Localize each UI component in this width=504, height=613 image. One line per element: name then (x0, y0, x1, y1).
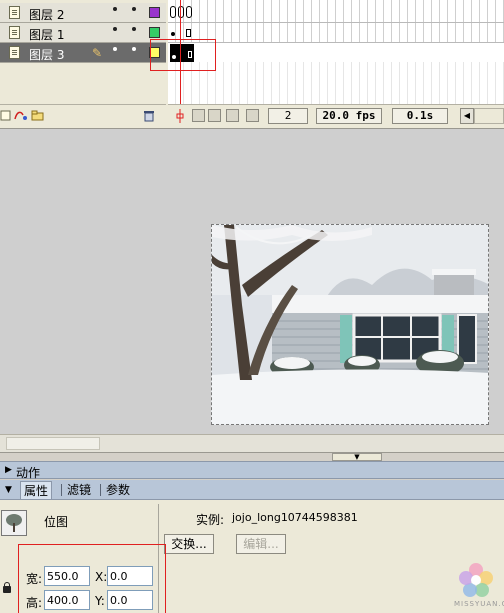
modify-onion-markers-icon[interactable] (246, 109, 259, 122)
frame-row[interactable] (168, 43, 504, 63)
tab-properties[interactable]: 属性 (20, 481, 53, 499)
layer-row-2[interactable]: 图层 2 (0, 3, 166, 23)
watermark-text: MISSYUAN.COM (454, 600, 504, 608)
layer-row-3[interactable]: 图层 3 ✎ (0, 43, 166, 63)
edit-multiple-frames-icon[interactable] (226, 109, 239, 122)
outline-color-swatch[interactable] (149, 7, 160, 18)
frame-row[interactable] (168, 3, 504, 23)
collapse-triangle-icon[interactable]: ▼ (5, 485, 12, 495)
keyframe[interactable] (171, 32, 175, 36)
layer-row-1[interactable]: 图层 1 (0, 23, 166, 43)
actions-panel-header[interactable]: ▶ 动作 (0, 461, 504, 481)
frames-empty-area[interactable] (168, 62, 504, 104)
frame-rate[interactable]: 20.0 fps (316, 108, 382, 124)
keyframe[interactable] (170, 6, 176, 18)
tab-divider (61, 484, 62, 496)
layer-page-icon (9, 6, 20, 19)
collapse-arrow-icon[interactable]: ▼ (332, 453, 382, 461)
timeline-scrollbar[interactable] (474, 108, 504, 124)
site-watermark: MISSYUAN.COM (452, 560, 504, 612)
frame-row[interactable] (168, 23, 504, 43)
scrollbar-thumb[interactable] (6, 437, 100, 450)
layer-name: 图层 2 (29, 8, 65, 22)
snow-house-image (212, 225, 488, 424)
bitmap-instance[interactable] (211, 224, 489, 425)
keyframe[interactable] (186, 6, 192, 18)
instance-label: 实例: (196, 513, 225, 527)
lock-dot[interactable] (132, 47, 136, 51)
frames-grid[interactable] (168, 0, 504, 63)
elapsed-time: 0.1s (392, 108, 448, 124)
stage-horizontal-scrollbar[interactable] (0, 434, 504, 452)
pencil-icon: ✎ (92, 46, 103, 60)
insert-layer-icon[interactable] (0, 110, 12, 121)
outline-color-swatch[interactable] (149, 27, 160, 38)
symbol-type-label: 位图 (44, 515, 69, 529)
visibility-dot[interactable] (113, 7, 117, 11)
highlight-box (18, 544, 166, 613)
highlight-box (150, 39, 216, 71)
flower-logo-icon (459, 563, 493, 597)
timeline-status-bar: 2 20.0 fps 0.1s ◀ (168, 104, 504, 126)
properties-panel: 位图 实例: jojo_long10744598381 交换... 编辑... … (0, 500, 504, 613)
onion-skin-icon[interactable] (192, 109, 205, 122)
center-frame-icon[interactable] (176, 109, 184, 123)
current-frame: 2 (268, 108, 308, 124)
lock-icon[interactable] (3, 582, 11, 593)
tab-filters[interactable]: 滤镜 (64, 481, 94, 499)
expand-triangle-icon[interactable]: ▶ (5, 465, 12, 475)
actions-label[interactable]: 动作 (16, 464, 40, 481)
swap-button[interactable]: 交换... (164, 534, 214, 554)
tab-divider (100, 484, 101, 496)
properties-tabs-bar: ▼ 属性 滤镜 参数 (0, 480, 504, 500)
visibility-dot[interactable] (113, 47, 117, 51)
layer-name: 图层 3 (29, 48, 65, 62)
trash-icon[interactable] (143, 110, 155, 122)
stage[interactable] (0, 129, 504, 434)
panel-splitter[interactable]: ▼ (0, 452, 504, 461)
instance-name: jojo_long10744598381 (232, 511, 358, 524)
end-frame[interactable] (186, 29, 191, 37)
edit-button[interactable]: 编辑... (236, 534, 286, 554)
layer-page-icon (9, 26, 20, 39)
scroll-left-button[interactable]: ◀ (460, 108, 474, 124)
bitmap-icon (1, 510, 27, 536)
layer-page-icon (9, 46, 20, 59)
lock-dot[interactable] (132, 7, 136, 11)
keyframe[interactable] (178, 6, 184, 18)
onion-skin-outlines-icon[interactable] (208, 109, 221, 122)
layer-name: 图层 1 (29, 28, 65, 42)
timeline-panel: 图层 2 图层 1 图层 3 ✎ 2 20.0 fps 0.1s ◀ (0, 0, 504, 129)
add-motion-guide-icon[interactable] (14, 110, 27, 121)
visibility-dot[interactable] (113, 27, 117, 31)
insert-layer-folder-icon[interactable] (31, 110, 44, 121)
lock-dot[interactable] (132, 27, 136, 31)
tab-parameters[interactable]: 参数 (103, 481, 133, 499)
layer-tools-bar (0, 104, 166, 126)
